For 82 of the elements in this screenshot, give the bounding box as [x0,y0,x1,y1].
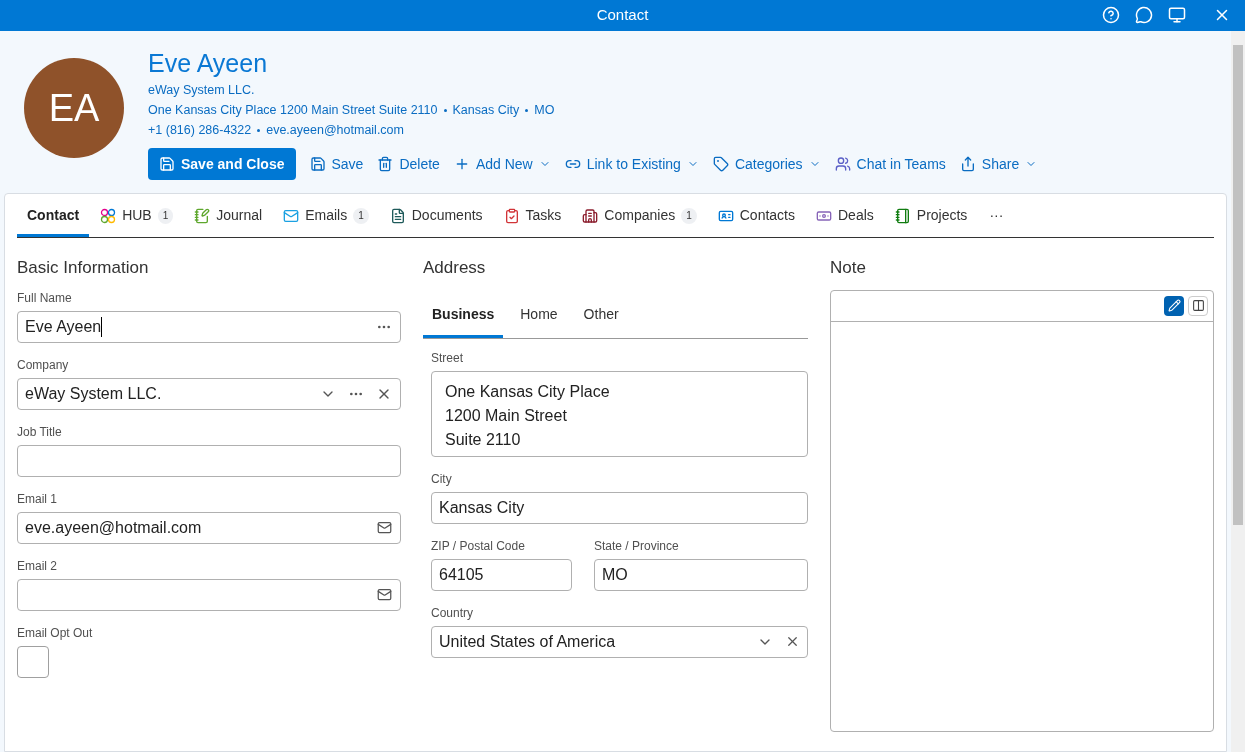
tab[interactable]: Contacts [707,197,805,237]
monitor-icon[interactable] [1168,6,1186,24]
address-tab[interactable]: Business [423,293,504,338]
help-icon[interactable] [1102,6,1120,24]
field-label: Email 1 [17,490,58,507]
field-label: State / Province [594,537,680,554]
address-text[interactable]: Kansas City [452,100,520,120]
tab[interactable]: Journal [184,197,273,237]
contact-name: Eve Ayeen [148,48,269,78]
company-link[interactable]: eWay System LLC. [148,80,1038,100]
mail-icon[interactable] [377,520,392,535]
state-field[interactable]: MO [594,558,808,591]
tab[interactable]: Projects [884,197,978,237]
tab[interactable]: Deals [806,197,884,237]
field-label: Email 2 [17,557,58,574]
toolbar-button[interactable]: Delete [377,148,440,180]
split-view-button[interactable] [1188,295,1208,316]
field-label: Full Name [17,289,73,306]
columns-icon [1191,299,1205,312]
tab[interactable]: Tasks [493,197,572,237]
field-label: ZIP / Postal Code [431,537,526,554]
field-label: City [431,470,453,487]
clipboard-icon [503,207,520,224]
field-label: Company [17,356,70,373]
phone-link[interactable]: +1 (816) 286-4322 [148,120,252,140]
share-icon [959,156,976,172]
toolbar-button[interactable]: Categories [712,148,821,180]
street-textarea[interactable]: One Kansas City Place 1200 Main Street Suite 2110 [431,370,808,457]
count-badge: 1 [353,207,369,224]
country-dropdown[interactable]: United States of America [431,625,808,658]
company-dropdown[interactable]: eWay System LLC. [17,377,401,410]
tab[interactable]: HUB 1 [90,197,184,237]
pencil-icon [1167,299,1181,312]
field-label: Job Title [17,423,63,440]
email-field[interactable] [17,578,401,611]
field-label: Email Opt Out [17,624,93,641]
toolbar-button[interactable]: Add New [453,148,551,180]
tag-icon [712,156,729,172]
toolbar-button[interactable]: Link to Existing [564,148,699,180]
mail-icon[interactable] [377,587,392,602]
document-icon [389,207,406,224]
field-label: Country [431,604,475,621]
text-field[interactable]: Eve Ayeen [17,310,401,343]
count-badge: 1 [681,207,697,224]
save-icon [309,156,326,172]
building-icon [582,207,599,224]
email-link[interactable]: eve.ayeen@hotmail.com [266,120,404,140]
edit-mode-button[interactable] [1164,295,1184,316]
tab[interactable]: Documents [379,197,493,237]
more-tabs-button[interactable]: ··· [977,197,1016,237]
save-icon [159,156,175,172]
checkbox[interactable] [17,645,49,678]
scrollbar[interactable] [1231,31,1245,752]
address-tab[interactable]: Other [574,293,628,338]
field-label: Street [431,349,464,366]
toolbar-button[interactable]: Share [959,148,1038,180]
section-title: Note [830,257,867,279]
address-tab[interactable]: Home [511,293,567,338]
toolbar-button[interactable]: Chat in Teams [834,148,946,180]
address-text[interactable]: MO [534,100,555,120]
hub-icon [100,207,117,224]
toolbar-button[interactable]: Save [309,148,364,180]
avatar: EA [24,58,124,158]
city-field[interactable]: Kansas City [431,491,808,524]
section-title: Address [423,257,487,279]
notebook-icon [894,207,911,224]
trash-icon [377,156,394,172]
tab[interactable]: Companies 1 [572,197,707,237]
count-badge: 1 [157,207,174,224]
zip-field[interactable]: 64105 [431,558,572,591]
mail-icon [283,207,300,224]
clear-icon[interactable] [785,634,800,649]
save-and-close-button[interactable]: Save and Close [148,148,296,180]
address-text[interactable]: One Kansas City Place 1200 Main Street Suite 2110 [148,100,438,120]
window-title: Contact [596,5,649,26]
tab[interactable]: Contact [17,197,90,237]
journal-icon [194,207,211,224]
text-field[interactable] [17,444,401,477]
email-field[interactable]: eve.ayeen@hotmail.com [17,511,401,544]
tab[interactable]: Emails 1 [273,197,379,237]
section-title: Basic Information [17,257,150,279]
people-icon [834,156,851,172]
